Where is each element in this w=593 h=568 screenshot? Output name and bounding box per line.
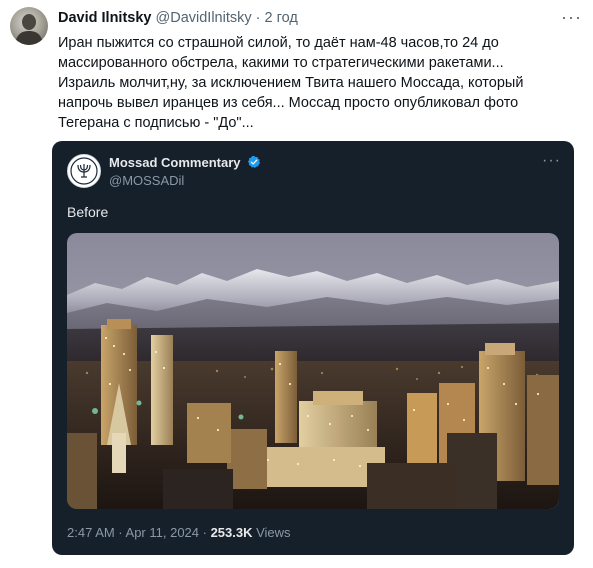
tweet-text-line: напрочь вывел иранцев из себя... Моссад … xyxy=(58,95,519,111)
embedded-author-name[interactable]: Mossad Commentary xyxy=(109,155,261,170)
views-count: 253.3K xyxy=(210,525,253,540)
tweet-text-line: массированного обстрела, какими то страт… xyxy=(58,55,504,71)
person-photo-icon xyxy=(15,14,43,45)
views-label: Views xyxy=(252,525,291,540)
menorah-emblem-icon xyxy=(69,156,99,186)
embedded-tweet-meta: 2:47 AM · Apr 11, 2024 · 253.3K Views xyxy=(67,525,291,540)
embedded-author-name-text: Mossad Commentary xyxy=(109,155,241,170)
timestamp[interactable]: 2:47 AM · Apr 11, 2024 · xyxy=(67,525,211,540)
tweet-time[interactable]: 2 год xyxy=(265,10,298,26)
embedded-tweet-text: Before xyxy=(67,204,109,220)
tweet-text: Иран пыжится со страшной силой, то даёт … xyxy=(58,33,583,133)
author-name[interactable]: David Ilnitsky xyxy=(58,10,151,26)
tweet-photo[interactable] xyxy=(67,233,559,509)
tweet-text-line: Тегерана с подписью - "До"... xyxy=(58,115,254,131)
author-avatar[interactable] xyxy=(10,7,48,45)
separator-dot: · xyxy=(255,10,261,26)
author-handle[interactable]: @DavidIlnitsky xyxy=(156,10,252,26)
tweet-header: David Ilnitsky @DavidIlnitsky · 2 год xyxy=(58,9,298,27)
more-horizontal-icon[interactable]: ··· xyxy=(561,8,582,26)
verified-badge-icon xyxy=(247,155,261,169)
tweet-text-line: Израиль молчит,ну, за исключением Твита … xyxy=(58,75,524,91)
embedded-tweet[interactable]: Mossad Commentary @MOSSADil ··· Before 2… xyxy=(52,141,574,555)
city-skyline-photo xyxy=(67,233,559,509)
embedded-more-icon[interactable]: ··· xyxy=(542,153,561,169)
mossad-avatar[interactable] xyxy=(67,154,101,188)
tweet-text-line: Иран пыжится со страшной силой, то даёт … xyxy=(58,35,499,51)
embedded-author-handle[interactable]: @MOSSADil xyxy=(109,173,184,188)
tweet: David Ilnitsky @DavidIlnitsky · 2 год ··… xyxy=(0,0,593,568)
